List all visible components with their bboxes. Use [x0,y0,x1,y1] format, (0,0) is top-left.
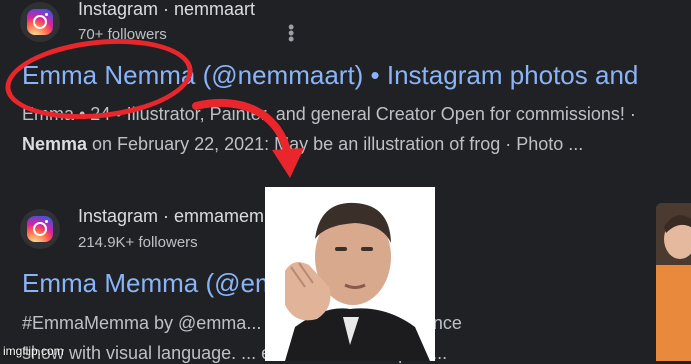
meme-photo-man-pointing [265,187,435,361]
instagram-icon [27,216,53,242]
red-curved-arrow-icon [192,99,304,178]
more-vert-icon[interactable]: • • • [288,18,294,48]
result-site[interactable]: Instagram · emmamemma [78,206,289,227]
snippet-text: on February 22, 2021: May be an illustra… [87,134,584,154]
instagram-favicon[interactable] [20,209,60,249]
result-thumbnail[interactable] [656,203,691,361]
result-followers: 214.9K+ followers [78,234,198,251]
result-site[interactable]: Instagram · nemmaart [78,0,255,20]
man-pointing-image [265,187,435,361]
instagram-icon [27,9,53,35]
imgflip-watermark: imgflip.com [3,344,64,358]
thumbnail-image [656,203,691,361]
instagram-favicon[interactable] [20,2,60,42]
snippet-bold-name: Nemma [22,134,88,154]
